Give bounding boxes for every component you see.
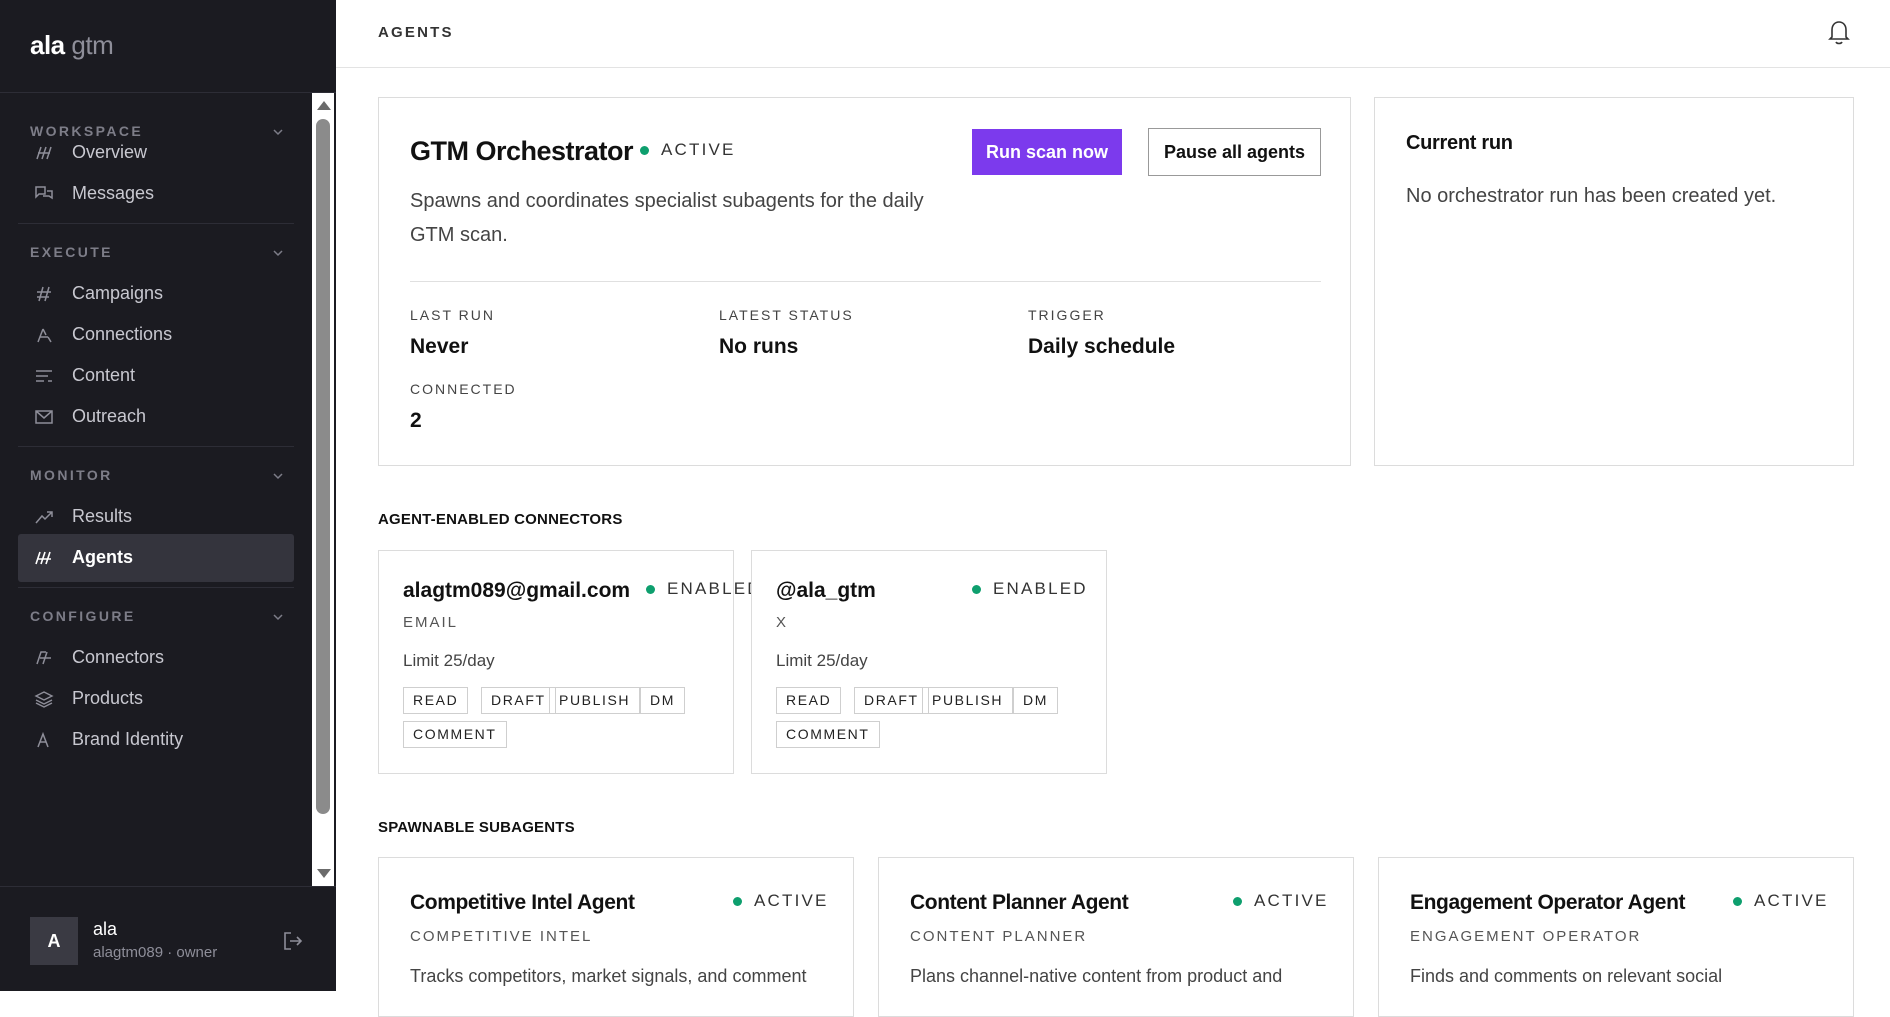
subagent-description: Plans channel-native content from produc…	[910, 966, 1283, 986]
connector-type: EMAIL	[403, 614, 459, 631]
subagent-description: Tracks competitors, market signals, and …	[410, 966, 807, 986]
sidebar-item-agents[interactable]: Agents	[18, 534, 294, 582]
user-meta: alagtm089 · owner	[93, 944, 218, 961]
sidebar-item-outreach[interactable]: Outreach	[18, 393, 294, 441]
page-title: AGENTS	[378, 24, 454, 41]
stat-last-run: LAST RUN Never	[410, 307, 495, 358]
connector-limit: Limit 25/day	[776, 651, 868, 670]
connector-limit: Limit 25/day	[403, 651, 495, 670]
trend-up-icon	[35, 511, 53, 524]
status-dot	[646, 585, 655, 594]
current-run-text: No orchestrator run has been created yet…	[1406, 185, 1777, 207]
current-run-card: Current run No orchestrator run has been…	[1374, 97, 1854, 466]
section-title-connectors: AGENT-ENABLED CONNECTORS	[378, 511, 623, 528]
avatar[interactable]: A	[30, 917, 78, 965]
tag-publish: PUBLISH	[922, 687, 1014, 714]
sidebar-scrollbar[interactable]	[312, 93, 334, 886]
chevron-down-icon	[273, 473, 283, 480]
status-dot	[972, 585, 981, 594]
connector-name: @ala_gtm	[776, 579, 876, 602]
status-dot	[640, 146, 649, 155]
current-run-title: Current run	[1406, 132, 1513, 154]
connector-name: alagtm089@gmail.com	[403, 579, 631, 602]
stat-trigger: TRIGGER Daily schedule	[1028, 307, 1176, 358]
chevron-down-icon	[273, 614, 283, 621]
pause-all-agents-button[interactable]: Pause all agents	[1148, 128, 1321, 176]
tag-draft: DRAFT	[481, 687, 556, 714]
subagent-title: Engagement Operator Agent	[1410, 891, 1686, 914]
stat-connected: CONNECTED 2	[410, 381, 517, 432]
brand-icon	[37, 731, 49, 748]
outreach-icon	[35, 410, 53, 424]
subagent-title: Competitive Intel Agent	[410, 891, 635, 914]
layers-icon	[34, 691, 54, 708]
stat-latest-status: LATEST STATUS No runs	[719, 307, 854, 358]
section-title-subagents: SPAWNABLE SUBAGENTS	[378, 819, 575, 836]
campaigns-icon	[37, 286, 51, 302]
section-header-monitor[interactable]: MONITOR	[30, 467, 283, 487]
orchestrator-title: GTM Orchestrator	[410, 136, 634, 166]
tag-publish: PUBLISH	[549, 687, 641, 714]
tag-draft: DRAFT	[854, 687, 929, 714]
connector-card[interactable]: alagtm089@gmail.com ENABLED EMAIL Limit …	[378, 550, 760, 774]
subagent-description: Finds and comments on relevant social	[1410, 966, 1723, 986]
messages-icon	[35, 186, 53, 200]
section-header-execute[interactable]: EXECUTE	[30, 244, 283, 264]
run-scan-button[interactable]: Run scan now	[972, 129, 1122, 175]
section-divider	[18, 446, 294, 447]
bell-icon[interactable]	[1826, 18, 1852, 46]
connector-card[interactable]: @ala_gtm ENABLED X Limit 25/day READ DRA…	[751, 550, 1107, 774]
tag-dm: DM	[1013, 687, 1058, 714]
chevron-down-icon	[273, 250, 283, 257]
sidebar-item-messages[interactable]: Messages	[18, 170, 294, 218]
subagent-type: COMPETITIVE INTEL	[410, 928, 593, 945]
tag-read: READ	[403, 687, 469, 714]
scrollbar-thumb[interactable]	[316, 119, 330, 814]
connectors-icon	[36, 651, 51, 665]
user-panel: A ala alagtm089 · owner	[0, 886, 336, 991]
connector-type: X	[776, 614, 789, 631]
subagent-type: CONTENT PLANNER	[910, 928, 1088, 945]
subagent-card[interactable]: Content Planner Agent ACTIVE CONTENT PLA…	[878, 857, 1354, 1017]
logout-icon[interactable]	[282, 930, 304, 952]
subagent-type: ENGAGEMENT OPERATOR	[1410, 928, 1642, 945]
status-dot	[733, 897, 742, 906]
top-bar: AGENTS	[336, 0, 1890, 68]
scroll-down-arrow-icon[interactable]	[317, 869, 331, 878]
subagent-card[interactable]: Engagement Operator Agent ACTIVE ENGAGEM…	[1378, 857, 1854, 1017]
section-header-configure[interactable]: CONFIGURE	[30, 608, 283, 628]
agents-icon	[35, 551, 51, 565]
divider	[410, 281, 1321, 282]
overview-icon	[36, 146, 52, 160]
sidebar: ala gtm WORKSPACE Overview Messages EXEC…	[0, 0, 336, 991]
user-name: ala	[93, 919, 118, 939]
orchestrator-description: Spawns and coordinates specialist subage…	[410, 190, 924, 246]
connections-icon	[37, 328, 52, 343]
content-icon	[36, 370, 52, 382]
status-dot	[1733, 897, 1742, 906]
tag-comment: COMMENT	[403, 721, 507, 748]
sidebar-nav: WORKSPACE Overview Messages EXECUTE Camp…	[0, 93, 310, 886]
subagent-card[interactable]: Competitive Intel Agent ACTIVE COMPETITI…	[378, 857, 854, 1017]
tag-dm: DM	[640, 687, 685, 714]
tag-read: READ	[776, 687, 842, 714]
scroll-up-arrow-icon[interactable]	[317, 101, 331, 110]
tag-comment: COMMENT	[776, 721, 880, 748]
status-dot	[1233, 897, 1242, 906]
section-divider	[18, 223, 294, 224]
sidebar-item-brand-identity[interactable]: Brand Identity	[18, 716, 294, 764]
subagent-title: Content Planner Agent	[910, 891, 1129, 914]
orchestrator-card: GTM Orchestrator ACTIVE Spawns and coord…	[378, 97, 1351, 466]
brand-logo[interactable]: ala gtm	[30, 30, 114, 61]
section-divider	[18, 587, 294, 588]
